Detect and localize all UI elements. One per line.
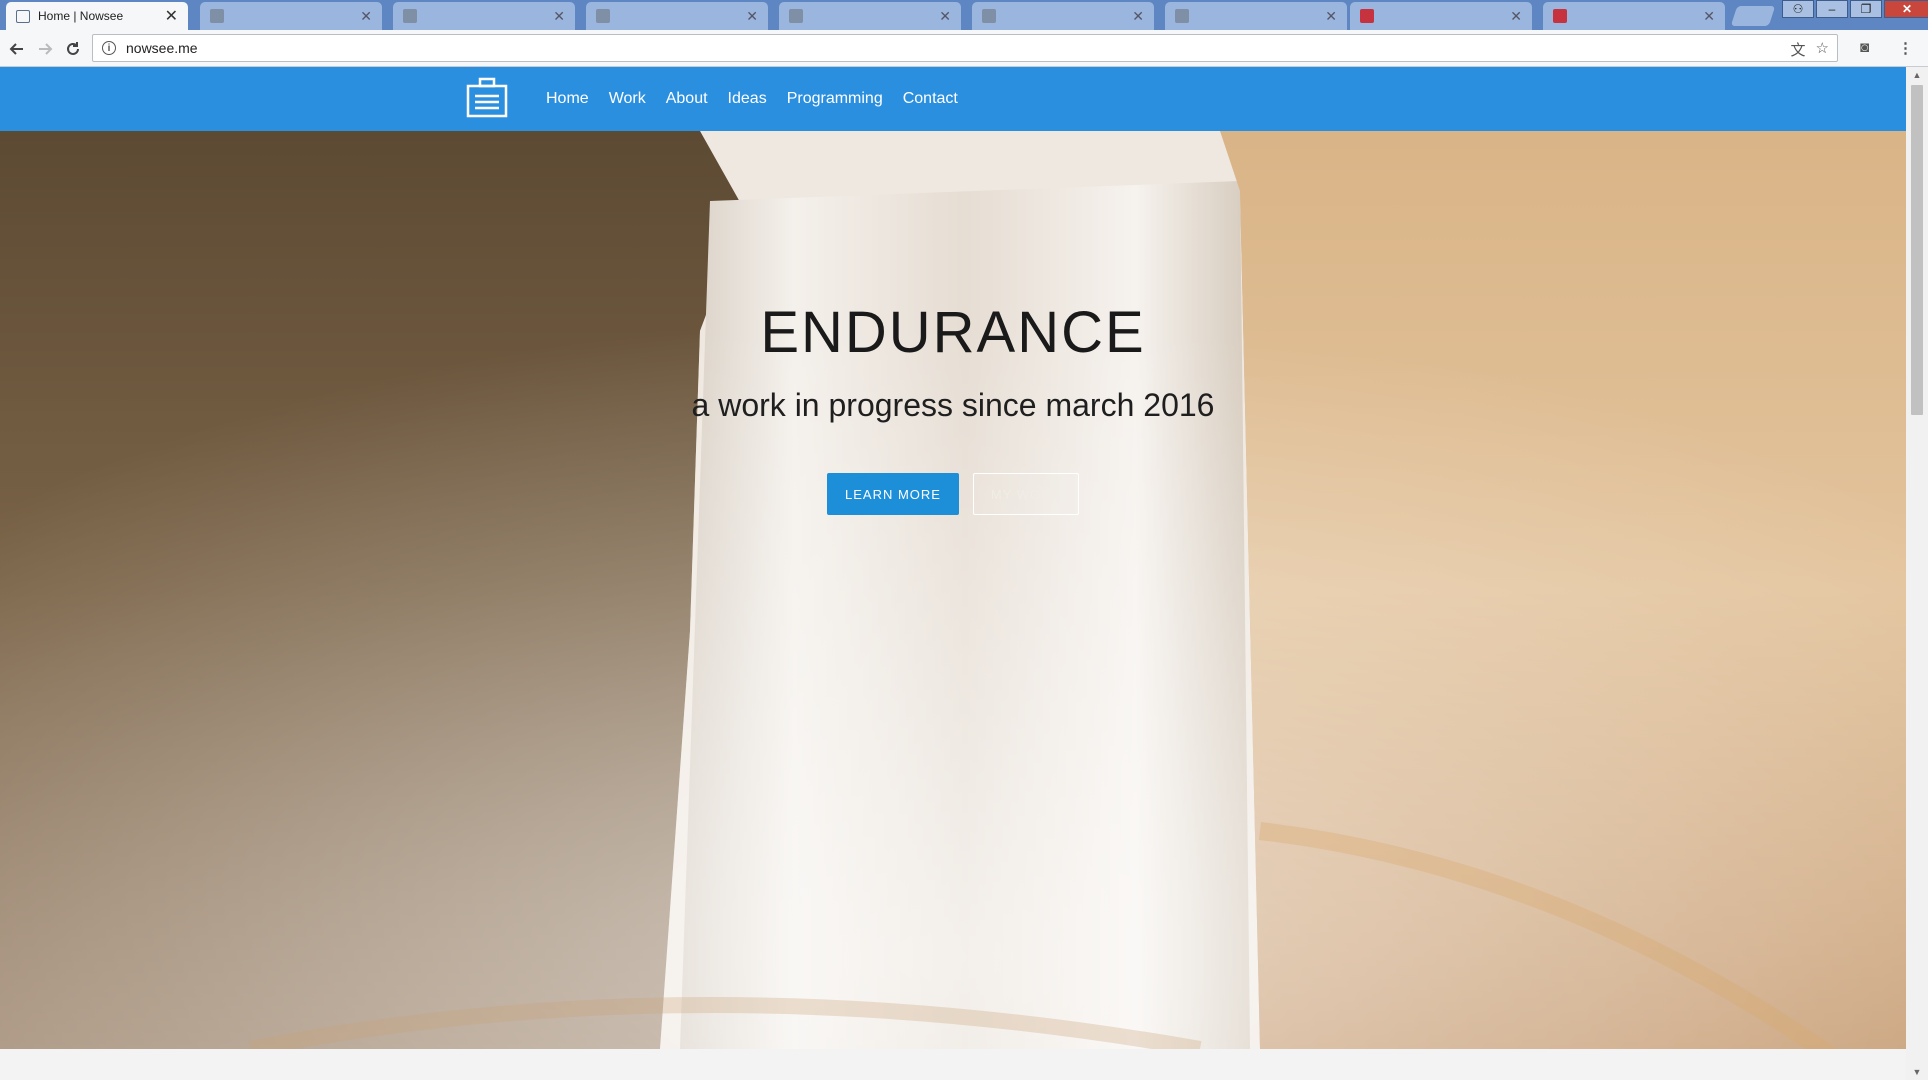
- window-controls: ⚇ – ❐ ✕: [1780, 0, 1928, 20]
- youtube-icon: [1360, 9, 1374, 23]
- hero-section: ENDURANCE a work in progress since march…: [0, 131, 1906, 1049]
- tab-home-nowsee[interactable]: Home | Nowsee ✕: [6, 2, 188, 30]
- forward-icon[interactable]: [34, 38, 56, 60]
- page-icon: [1175, 9, 1189, 23]
- next-section-preview: [0, 1049, 1906, 1080]
- restore-icon[interactable]: ❐: [1850, 0, 1882, 18]
- close-icon[interactable]: ✕: [553, 8, 565, 25]
- translate-icon[interactable]: ⽂: [1791, 39, 1806, 60]
- tab-background[interactable]: ✕: [779, 2, 961, 30]
- tab-title: Home | Nowsee: [38, 9, 124, 23]
- info-icon[interactable]: i: [102, 41, 116, 55]
- omnibox-actions: ⽂ ☆: [1791, 39, 1829, 60]
- new-tab-button[interactable]: [1730, 6, 1776, 26]
- tab-background[interactable]: ✕: [1165, 2, 1347, 30]
- scrollbar-thumb[interactable]: [1911, 85, 1923, 415]
- briefcase-logo-icon[interactable]: [465, 76, 509, 120]
- hero-title: ENDURANCE: [760, 300, 1146, 365]
- page-icon: [403, 9, 417, 23]
- browser-toolbar: i nowsee.me ⽂ ☆ ◙ ⋮: [0, 30, 1928, 67]
- tab-background[interactable]: ✕: [1543, 2, 1725, 30]
- tab-background[interactable]: ✕: [393, 2, 575, 30]
- scroll-up-icon[interactable]: ▲: [1906, 67, 1928, 83]
- close-window-icon[interactable]: ✕: [1884, 0, 1928, 18]
- tab-strip: Home | Nowsee ✕ ✕ ✕ ✕ ✕ ✕ ✕ ✕ ✕ ⚇ – ❐ ✕: [0, 0, 1928, 30]
- star-icon[interactable]: ☆: [1816, 39, 1829, 60]
- main-nav: Home Work About Ideas Programming Contac…: [546, 67, 978, 131]
- nav-link-home[interactable]: Home: [546, 90, 589, 108]
- kebab-menu-icon[interactable]: ⋮: [1898, 39, 1913, 57]
- reload-icon[interactable]: [62, 38, 84, 60]
- address-bar[interactable]: i nowsee.me ⽂ ☆: [92, 34, 1838, 62]
- page-icon: [596, 9, 610, 23]
- close-icon[interactable]: ✕: [1132, 8, 1144, 25]
- url-text[interactable]: nowsee.me: [126, 40, 198, 56]
- close-icon[interactable]: ✕: [1703, 8, 1715, 25]
- close-icon[interactable]: ✕: [1510, 8, 1522, 25]
- nav-link-contact[interactable]: Contact: [903, 90, 958, 108]
- close-icon[interactable]: ✕: [165, 6, 178, 26]
- site-navbar: Home Work About Ideas Programming Contac…: [0, 67, 1906, 131]
- vertical-scrollbar[interactable]: ▲ ▼: [1906, 67, 1928, 1080]
- nav-link-programming[interactable]: Programming: [787, 90, 883, 108]
- page-icon: [789, 9, 803, 23]
- close-icon[interactable]: ✕: [1325, 8, 1337, 25]
- page-icon: [16, 9, 30, 23]
- nav-link-about[interactable]: About: [666, 90, 708, 108]
- waterfall-background-image: [0, 131, 1906, 1049]
- close-icon[interactable]: ✕: [360, 8, 372, 25]
- close-icon[interactable]: ✕: [939, 8, 951, 25]
- scroll-down-icon[interactable]: ▼: [1906, 1064, 1928, 1080]
- hero-subtitle: a work in progress since march 2016: [691, 387, 1215, 423]
- my-work-button[interactable]: MY WORK: [973, 473, 1079, 515]
- youtube-icon: [1553, 9, 1567, 23]
- learn-more-button[interactable]: LEARN MORE: [827, 473, 959, 515]
- tab-background[interactable]: ✕: [200, 2, 382, 30]
- page-viewport: Home Work About Ideas Programming Contac…: [0, 67, 1906, 1080]
- camera-icon[interactable]: ◙: [1860, 39, 1869, 56]
- nav-link-work[interactable]: Work: [609, 90, 646, 108]
- tab-background[interactable]: ✕: [972, 2, 1154, 30]
- user-icon[interactable]: ⚇: [1782, 0, 1814, 18]
- back-icon[interactable]: [6, 38, 28, 60]
- tab-background[interactable]: ✕: [586, 2, 768, 30]
- hero-actions: LEARN MORE MY WORK: [0, 473, 1906, 515]
- close-icon[interactable]: ✕: [746, 8, 758, 25]
- nav-link-ideas[interactable]: Ideas: [728, 90, 767, 108]
- page-icon: [982, 9, 996, 23]
- page-icon: [210, 9, 224, 23]
- tab-background[interactable]: ✕: [1350, 2, 1532, 30]
- minimize-icon[interactable]: –: [1816, 0, 1848, 18]
